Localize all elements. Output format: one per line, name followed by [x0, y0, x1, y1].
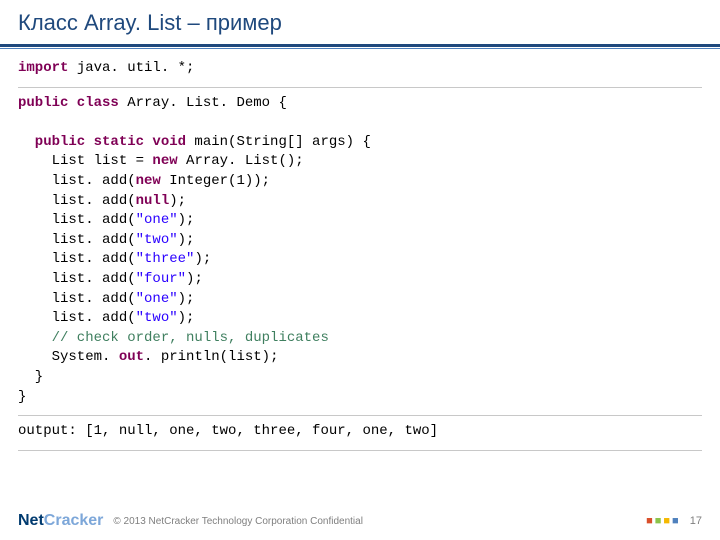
kw-import: import [18, 60, 68, 76]
kw-new: new [136, 173, 161, 189]
logo: NetCracker [18, 512, 103, 530]
output-line: output: [1, null, one, two, three, four,… [18, 422, 702, 442]
kw-out: out [119, 349, 144, 365]
str: "three" [136, 251, 195, 267]
code-text: ); [178, 310, 195, 326]
code-text: ); [186, 271, 203, 287]
code-text: List list = [18, 153, 152, 169]
kw-new: new [152, 153, 177, 169]
code-text: Integer(1)); [161, 173, 270, 189]
code-text: java. util. *; [68, 60, 194, 76]
divider [18, 450, 702, 451]
content-area: import java. util. *; public class Array… [0, 49, 720, 451]
page-number-group: ■■■■ 17 [646, 515, 702, 527]
code-text: list. add( [18, 173, 136, 189]
logo-net: Net [18, 512, 44, 529]
str: "one" [136, 212, 178, 228]
code-text: System. [18, 349, 119, 365]
kw-null: null [136, 193, 170, 209]
code-text: ); [178, 232, 195, 248]
slide: Класс Array. List – пример import java. … [0, 0, 720, 540]
output-label: output: [18, 423, 85, 439]
code-block: import java. util. *; [18, 59, 702, 79]
divider [18, 415, 702, 416]
code-text: . println(list); [144, 349, 278, 365]
output-value: [1, null, one, two, three, four, one, tw… [85, 423, 438, 439]
code-text: list. add( [18, 212, 136, 228]
code-text: } [18, 369, 43, 385]
logo-cracker: Cracker [44, 512, 104, 529]
code-text: list. add( [18, 232, 136, 248]
comment: // check order, nulls, duplicates [18, 330, 329, 346]
code-text: ); [178, 291, 195, 307]
kw-public-class: public class [18, 95, 119, 111]
str: "four" [136, 271, 186, 287]
code-block: public class Array. List. Demo { public … [18, 94, 702, 408]
code-text: list. add( [18, 310, 136, 326]
code-text: list. add( [18, 271, 136, 287]
accent-bar [0, 44, 720, 47]
code-text: list. add( [18, 251, 136, 267]
page-number: 17 [690, 515, 702, 527]
code-text: } [18, 389, 26, 405]
divider [18, 87, 702, 88]
str: "two" [136, 232, 178, 248]
footer: NetCracker © 2013 NetCracker Technology … [18, 512, 702, 530]
copyright: © 2013 NetCracker Technology Corporation… [113, 516, 363, 527]
code-text: list. add( [18, 193, 136, 209]
code-text: ); [169, 193, 186, 209]
kw-public-static-void: public static void [18, 134, 186, 150]
title-bar: Класс Array. List – пример [0, 0, 720, 42]
code-text: main(String[] args) { [186, 134, 371, 150]
code-text: ); [194, 251, 211, 267]
str: "two" [136, 310, 178, 326]
code-text: Array. List. Demo { [119, 95, 287, 111]
str: "one" [136, 291, 178, 307]
dots-icon: ■■■■ [646, 515, 681, 527]
code-text: Array. List(); [178, 153, 304, 169]
code-text: list. add( [18, 291, 136, 307]
slide-title: Класс Array. List – пример [18, 10, 702, 36]
code-text: ); [178, 212, 195, 228]
